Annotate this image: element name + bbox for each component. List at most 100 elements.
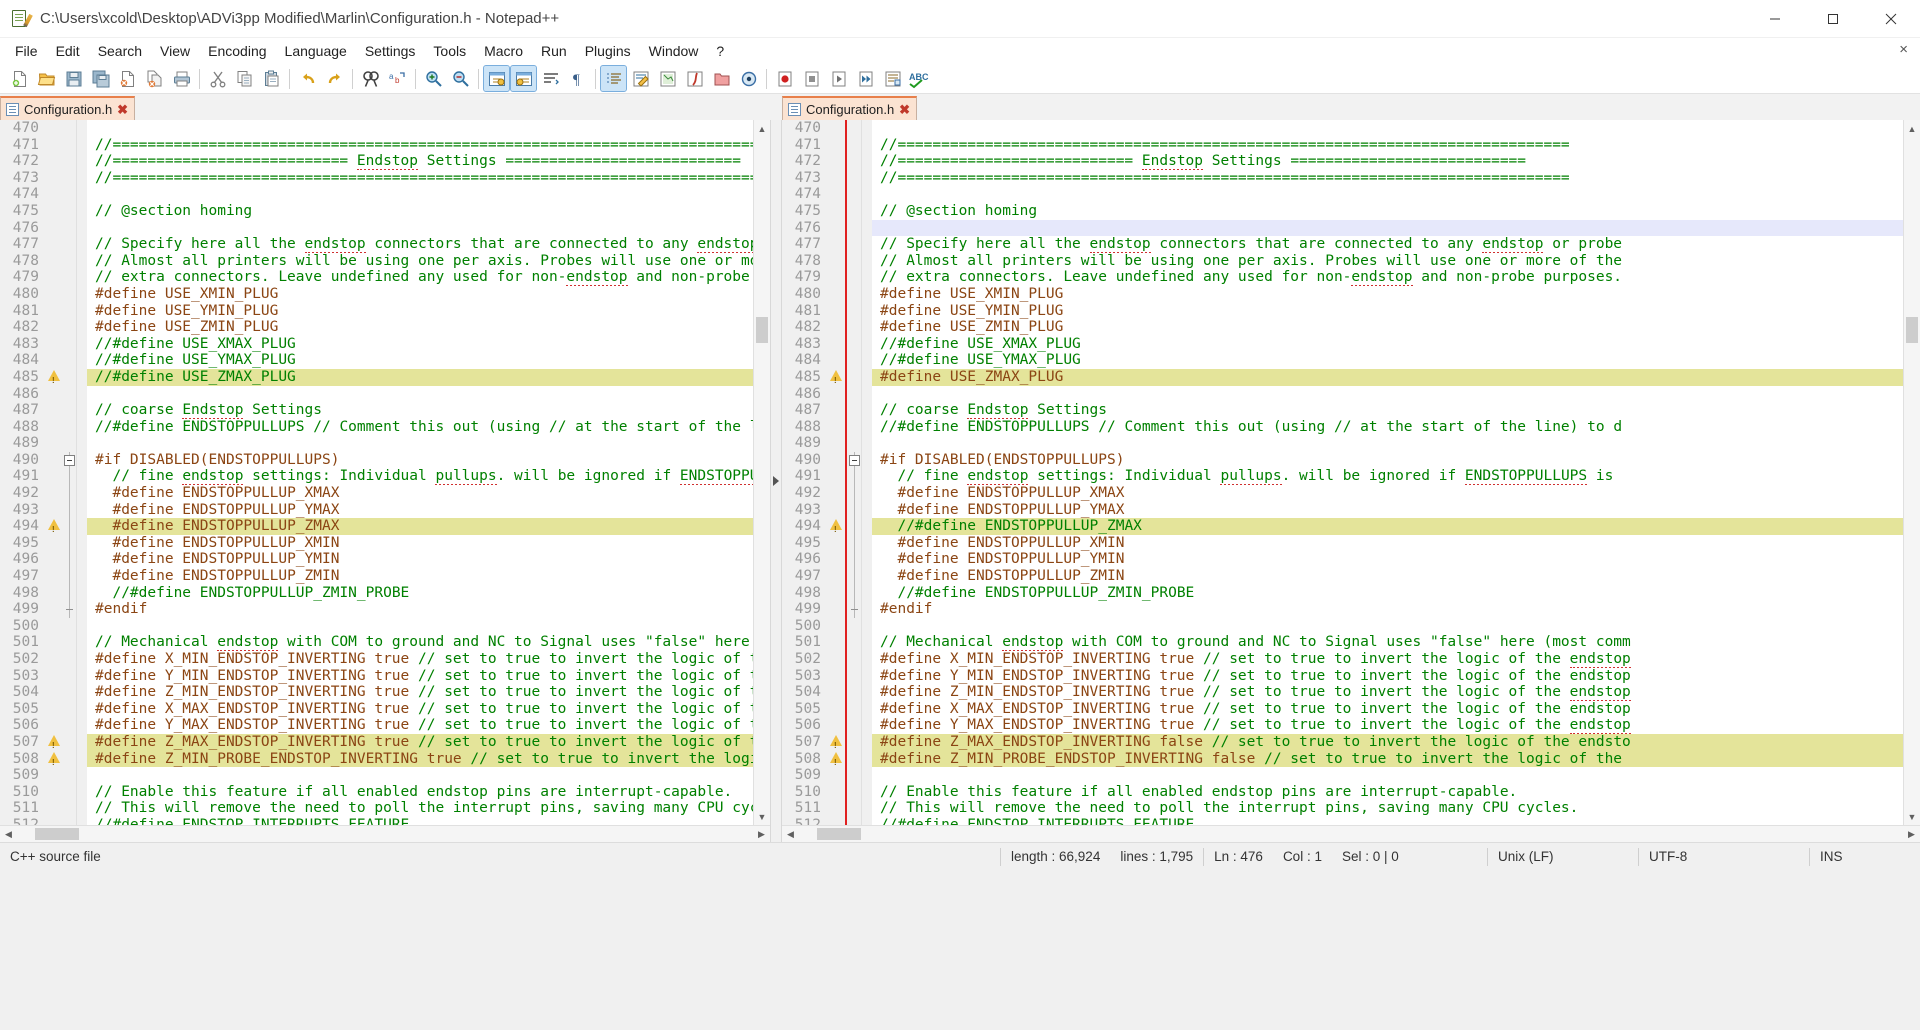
code-line[interactable]: 500 (782, 617, 1903, 635)
menu-run[interactable]: Run (532, 40, 576, 62)
code-line[interactable]: 471 //===================================… (782, 136, 1903, 154)
code-line[interactable]: 492 #define ENDSTOPPULLUP_XMAX (0, 485, 753, 502)
zoom-in-icon[interactable] (421, 66, 446, 91)
fold-toggle[interactable] (847, 451, 862, 469)
code-line[interactable]: 480 #define USE_XMIN_PLUG (0, 285, 753, 303)
user-defined-language-icon[interactable] (628, 66, 653, 91)
scroll-up-arrow[interactable]: ▲ (754, 120, 770, 137)
code-line[interactable]: 475 // @section homing (782, 202, 1903, 220)
code-editor-right[interactable]: 470 471 //================================… (782, 120, 1903, 825)
code-line[interactable]: 485 #define USE_ZMAX_PLUG (782, 368, 1903, 390)
play-multiple-macro-icon[interactable] (853, 66, 878, 91)
code-line[interactable]: 498 //#define ENDSTOPPULLUP_ZMIN_PROBE (0, 584, 753, 602)
sync-horizontal-scroll-icon[interactable] (510, 65, 537, 92)
stop-macro-icon[interactable] (799, 66, 824, 91)
code-line[interactable]: 471 //===================================… (0, 136, 753, 154)
record-macro-icon[interactable] (772, 66, 797, 91)
scroll-left-arrow[interactable]: ◀ (782, 829, 799, 840)
code-line[interactable]: 490 #if DISABLED(ENDSTOPPULLUPS) (0, 451, 753, 469)
code-line[interactable]: 510 // Enable this feature if all enabled… (0, 783, 753, 801)
code-line[interactable]: 476 (782, 219, 1903, 237)
code-line[interactable]: 512 //#define ENDSTOP_INTERRUPTS_FEATURE (782, 816, 1903, 825)
scroll-right-arrow[interactable]: ▶ (753, 829, 770, 840)
code-line[interactable]: 504 #define Z_MIN_ENDSTOP_INVERTING true … (782, 684, 1903, 701)
document-map-icon[interactable] (655, 66, 680, 91)
code-line[interactable]: 470 (782, 120, 1903, 137)
replace-icon[interactable]: ab (385, 66, 410, 91)
monitoring-icon[interactable] (736, 66, 761, 91)
vertical-scrollbar-left[interactable]: ▲ ▼ (753, 120, 770, 825)
code-line[interactable]: 476 (0, 219, 753, 237)
hscroll-track[interactable] (17, 826, 753, 842)
cut-icon[interactable] (205, 66, 230, 91)
scroll-right-arrow[interactable]: ▶ (1903, 829, 1920, 840)
scroll-left-arrow[interactable]: ◀ (0, 829, 17, 840)
code-line[interactable]: 481 #define USE_YMIN_PLUG (0, 302, 753, 320)
menu-tools[interactable]: Tools (424, 40, 475, 62)
code-line[interactable]: 493 #define ENDSTOPPULLUP_YMAX (782, 501, 1903, 519)
print-icon[interactable] (169, 66, 194, 91)
code-line[interactable]: 479 // extra connectors. Leave undefined … (0, 269, 753, 286)
code-line[interactable]: 506 #define Y_MAX_ENDSTOP_INVERTING true … (0, 717, 753, 734)
code-line[interactable]: 488 //#define ENDSTOPPULLUPS // Comment t… (0, 418, 753, 436)
code-editor-left[interactable]: 470 471 //================================… (0, 120, 753, 825)
scroll-down-arrow[interactable]: ▼ (754, 808, 770, 825)
save-macro-icon[interactable] (880, 66, 905, 91)
code-line[interactable]: 479 // extra connectors. Leave undefined … (782, 269, 1903, 286)
code-line[interactable]: 482 #define USE_ZMIN_PLUG (782, 319, 1903, 336)
code-line[interactable]: 511 // This will remove the need to poll … (0, 800, 753, 817)
scroll-up-arrow[interactable]: ▲ (1904, 120, 1920, 137)
hscroll-thumb[interactable] (817, 828, 861, 840)
tab-configuration-h-left[interactable]: Configuration.h ✖ (0, 96, 136, 120)
vscroll-track[interactable] (1904, 137, 1920, 808)
code-line[interactable]: 495 #define ENDSTOPPULLUP_XMIN (782, 534, 1903, 552)
code-line[interactable]: 503 #define Y_MIN_ENDSTOP_INVERTING true … (0, 667, 753, 685)
close-all-icon[interactable] (142, 66, 167, 91)
tab-configuration-h-right[interactable]: Configuration.h ✖ (782, 96, 918, 120)
code-line[interactable]: 503 #define Y_MIN_ENDSTOP_INVERTING true … (782, 667, 1903, 685)
code-line[interactable]: 481 #define USE_YMIN_PLUG (782, 302, 1903, 320)
zoom-out-icon[interactable] (448, 66, 473, 91)
code-line[interactable]: 508 #define Z_MIN_PROBE_ENDSTOP_INVERTING… (0, 750, 753, 771)
play-macro-icon[interactable] (826, 66, 851, 91)
code-line[interactable]: 493 #define ENDSTOPPULLUP_YMAX (0, 501, 753, 519)
code-line[interactable]: 486 (782, 385, 1903, 403)
code-line[interactable]: 470 (0, 120, 753, 137)
menu-search[interactable]: Search (89, 40, 151, 62)
close-button[interactable] (1862, 0, 1920, 38)
code-line[interactable]: 510 // Enable this feature if all enabled… (782, 783, 1903, 801)
code-line[interactable]: 478 // Almost all printers will be using … (0, 252, 753, 270)
code-line[interactable]: 482 #define USE_ZMIN_PLUG (0, 319, 753, 336)
code-line[interactable]: 483 //#define USE_XMAX_PLUG (782, 335, 1903, 353)
close-document-icon[interactable] (115, 66, 140, 91)
save-icon[interactable] (61, 66, 86, 91)
code-line[interactable]: 502 #define X_MIN_ENDSTOP_INVERTING true … (0, 651, 753, 668)
code-line[interactable]: 498 //#define ENDSTOPPULLUP_ZMIN_PROBE (782, 584, 1903, 602)
show-all-characters-icon[interactable]: ¶ (565, 66, 590, 91)
code-line[interactable]: 511 // This will remove the need to poll … (782, 800, 1903, 817)
hscroll-track[interactable] (799, 826, 1903, 842)
save-all-icon[interactable] (88, 66, 113, 91)
code-line[interactable]: 492 #define ENDSTOPPULLUP_XMAX (782, 485, 1903, 502)
code-line[interactable]: 472 //=========================== Endstop… (0, 153, 753, 170)
word-wrap-icon[interactable] (538, 66, 563, 91)
sync-vertical-scroll-icon[interactable] (483, 65, 510, 92)
vscroll-track[interactable] (754, 137, 770, 808)
code-line[interactable]: 508 #define Z_MIN_PROBE_ENDSTOP_INVERTING… (782, 750, 1903, 771)
code-line[interactable]: 485 //#define USE_ZMAX_PLUG (0, 368, 753, 390)
menu-file[interactable]: File (6, 40, 47, 62)
menu-edit[interactable]: Edit (47, 40, 89, 62)
spell-check-icon[interactable]: ABC (907, 66, 932, 91)
code-line[interactable]: 484 //#define USE_YMAX_PLUG (782, 352, 1903, 369)
undo-icon[interactable] (295, 66, 320, 91)
code-line[interactable]: 496 #define ENDSTOPPULLUP_YMIN (782, 551, 1903, 569)
horizontal-scrollbar-right[interactable]: ◀ ▶ (782, 825, 1920, 842)
code-line[interactable]: 501 // Mechanical endstop with COM to gro… (782, 634, 1903, 651)
code-line[interactable]: 497 #define ENDSTOPPULLUP_ZMIN (0, 568, 753, 585)
code-line[interactable]: 502 #define X_MIN_ENDSTOP_INVERTING true … (782, 651, 1903, 668)
code-line[interactable]: 500 (0, 617, 753, 635)
code-line[interactable]: 487 // coarse Endstop Settings (0, 402, 753, 419)
code-line[interactable]: 488 //#define ENDSTOPPULLUPS // Comment t… (782, 418, 1903, 436)
code-line[interactable]: 490 #if DISABLED(ENDSTOPPULLUPS) (782, 451, 1903, 469)
code-line[interactable]: 486 (0, 385, 753, 403)
